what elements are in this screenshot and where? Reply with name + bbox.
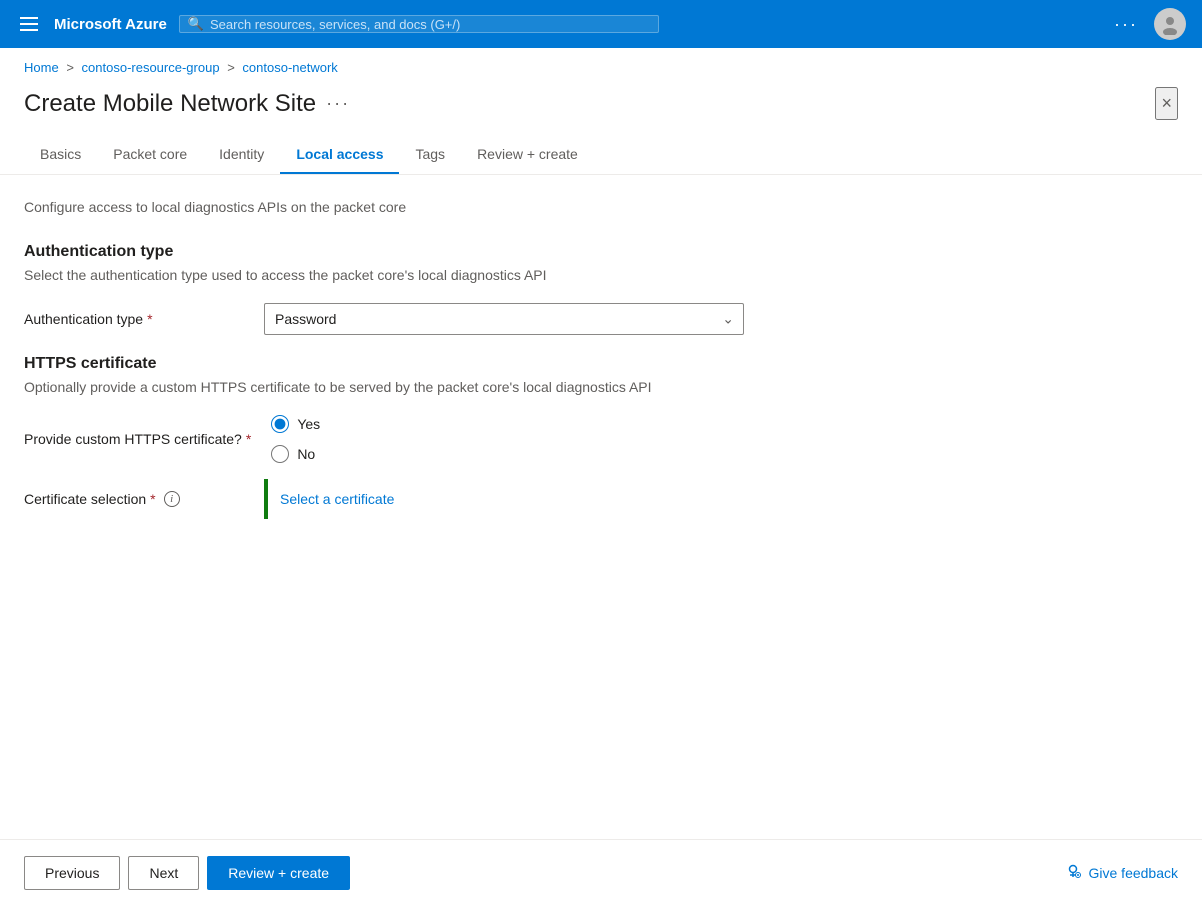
azure-logo: Microsoft Azure	[54, 16, 167, 33]
radio-no-label: No	[297, 446, 315, 462]
page-title: Create Mobile Network Site	[24, 90, 316, 118]
tab-review-create[interactable]: Review + create	[461, 136, 594, 174]
previous-button[interactable]: Previous	[24, 856, 120, 890]
tab-local-access[interactable]: Local access	[280, 136, 399, 174]
search-bar[interactable]: 🔍	[179, 15, 659, 33]
tab-basics[interactable]: Basics	[24, 136, 97, 174]
main-container: Home > contoso-resource-group > contoso-…	[0, 48, 1202, 906]
tab-packet-core[interactable]: Packet core	[97, 136, 203, 174]
auth-type-select[interactable]: Password AAD Certificate	[264, 303, 744, 335]
custom-cert-row: Provide custom HTTPS certificate? * Yes …	[24, 415, 1178, 463]
page-title-row: Create Mobile Network Site ··· ×	[0, 79, 1202, 136]
tab-tags[interactable]: Tags	[399, 136, 461, 174]
footer: Previous Next Review + create Give feedb…	[0, 839, 1202, 906]
auth-type-label: Authentication type *	[24, 311, 244, 327]
auth-type-select-wrapper: Password AAD Certificate ⌄	[264, 303, 744, 335]
auth-section-title: Authentication type	[24, 243, 1178, 261]
tabs: Basics Packet core Identity Local access…	[0, 136, 1202, 175]
tab-identity[interactable]: Identity	[203, 136, 280, 174]
hamburger-menu[interactable]	[16, 13, 42, 35]
topnav-right: ···	[1114, 8, 1186, 40]
search-icon: 🔍	[188, 16, 204, 32]
https-section: HTTPS certificate Optionally provide a c…	[24, 355, 1178, 519]
breadcrumb: Home > contoso-resource-group > contoso-…	[0, 48, 1202, 79]
auth-section: Authentication type Select the authentic…	[24, 243, 1178, 335]
cert-selection-control: Select a certificate	[264, 479, 744, 519]
radio-yes[interactable]: Yes	[271, 415, 751, 433]
cert-selection-row: Certificate selection * i Select a certi…	[24, 479, 1178, 519]
https-section-title: HTTPS certificate	[24, 355, 1178, 373]
top-navigation: Microsoft Azure 🔍 ···	[0, 0, 1202, 48]
feedback-icon	[1065, 862, 1083, 885]
review-create-button[interactable]: Review + create	[207, 856, 350, 890]
feedback-label: Give feedback	[1089, 865, 1179, 881]
cert-border-indicator	[264, 479, 268, 519]
select-certificate-link[interactable]: Select a certificate	[280, 491, 394, 507]
radio-yes-input[interactable]	[271, 415, 289, 433]
radio-no-input[interactable]	[271, 445, 289, 463]
more-options-icon[interactable]: ···	[1114, 14, 1138, 35]
auth-required-star: *	[147, 311, 152, 327]
breadcrumb-resource-group[interactable]: contoso-resource-group	[82, 60, 220, 75]
next-button[interactable]: Next	[128, 856, 199, 890]
give-feedback-button[interactable]: Give feedback	[1065, 862, 1179, 885]
custom-cert-options: Yes No	[271, 415, 751, 463]
auth-type-control: Password AAD Certificate ⌄	[264, 303, 744, 335]
auth-type-row: Authentication type * Password AAD Certi…	[24, 303, 1178, 335]
cert-required-star: *	[150, 491, 155, 507]
breadcrumb-network[interactable]: contoso-network	[242, 60, 337, 75]
radio-group: Yes No	[271, 415, 751, 463]
close-button[interactable]: ×	[1155, 87, 1178, 120]
auth-section-subtitle: Select the authentication type used to a…	[24, 267, 1178, 283]
cert-selection-label: Certificate selection * i	[24, 491, 244, 507]
radio-yes-label: Yes	[297, 416, 320, 432]
https-section-subtitle: Optionally provide a custom HTTPS certif…	[24, 379, 1178, 395]
page-description: Configure access to local diagnostics AP…	[24, 199, 1178, 215]
search-input[interactable]	[210, 17, 650, 32]
content-area: Configure access to local diagnostics AP…	[0, 175, 1202, 839]
custom-cert-label: Provide custom HTTPS certificate? *	[24, 431, 251, 447]
breadcrumb-home[interactable]: Home	[24, 60, 59, 75]
custom-cert-required-star: *	[246, 431, 251, 447]
radio-no[interactable]: No	[271, 445, 751, 463]
page-more-options[interactable]: ···	[326, 93, 350, 114]
info-icon[interactable]: i	[164, 491, 180, 507]
avatar[interactable]	[1154, 8, 1186, 40]
